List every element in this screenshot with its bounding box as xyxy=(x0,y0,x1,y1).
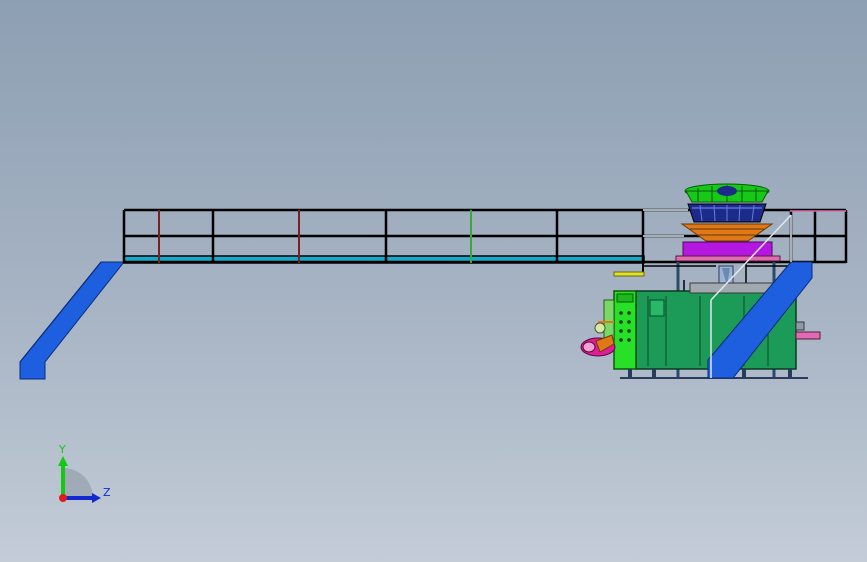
triad-quadrant xyxy=(63,468,93,498)
y-axis-label: Y xyxy=(58,443,66,456)
weigher-handrail xyxy=(643,209,688,237)
z-axis-label: Z xyxy=(103,486,111,499)
cad-viewport[interactable] xyxy=(0,0,867,562)
x-axis-dot xyxy=(59,494,67,502)
left-stair xyxy=(19,261,126,380)
coordinate-triad: Y Z xyxy=(58,443,111,503)
